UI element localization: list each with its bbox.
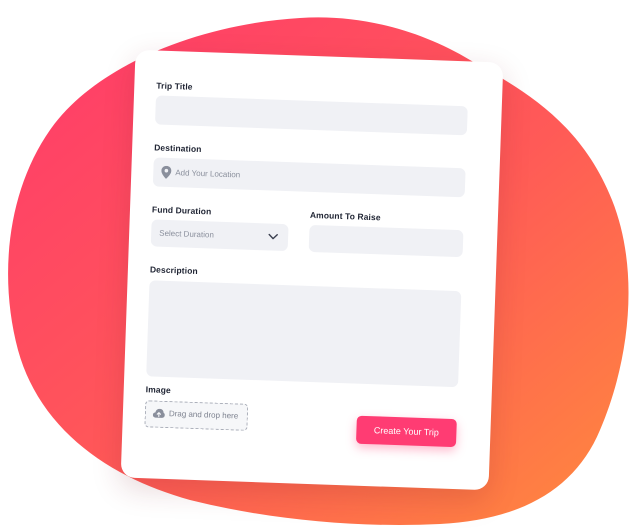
destination-label: Destination bbox=[154, 142, 202, 155]
fund-duration-value: Select Duration bbox=[159, 228, 215, 240]
destination-placeholder: Add Your Location bbox=[175, 168, 241, 180]
chevron-down-icon bbox=[268, 233, 278, 240]
trip-title-input[interactable] bbox=[154, 95, 468, 136]
trip-title-label: Trip Title bbox=[156, 80, 193, 92]
create-trip-button[interactable]: Create Your Trip bbox=[355, 415, 457, 448]
image-dropzone[interactable]: Drag and drop here bbox=[144, 400, 249, 431]
app-canvas: Trip Title Destination Add Your Location… bbox=[0, 0, 633, 529]
fund-duration-label: Fund Duration bbox=[151, 204, 212, 217]
destination-input[interactable]: Add Your Location bbox=[152, 157, 466, 198]
description-label: Description bbox=[149, 264, 198, 277]
dropzone-text: Drag and drop here bbox=[168, 409, 239, 421]
image-label: Image bbox=[145, 384, 171, 396]
location-pin-icon bbox=[161, 165, 172, 179]
create-trip-form-card: Trip Title Destination Add Your Location… bbox=[120, 49, 504, 491]
amount-input[interactable] bbox=[308, 224, 464, 258]
description-textarea[interactable] bbox=[146, 280, 462, 388]
fund-duration-select[interactable]: Select Duration bbox=[150, 219, 289, 252]
cloud-upload-icon bbox=[152, 408, 165, 418]
amount-label: Amount To Raise bbox=[309, 209, 381, 223]
